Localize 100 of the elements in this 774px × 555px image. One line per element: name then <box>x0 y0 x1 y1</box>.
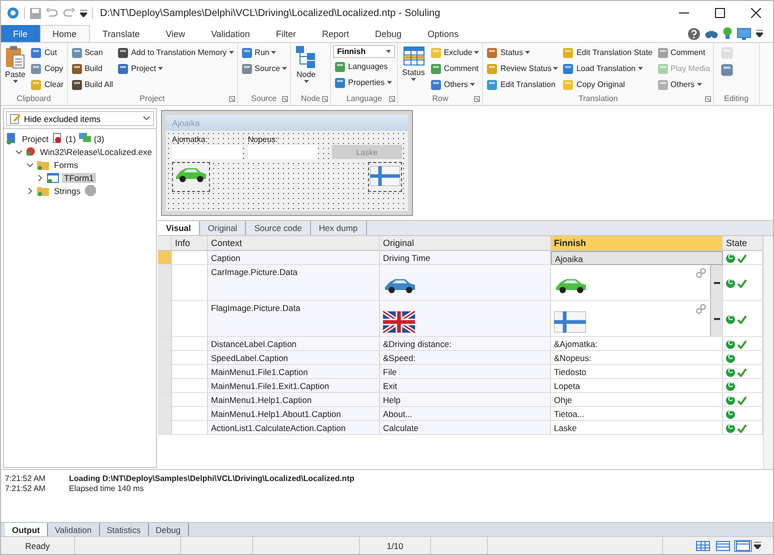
column-header[interactable]: State <box>723 236 763 251</box>
ribbon-tab[interactable]: Options <box>414 25 472 42</box>
ribbon-tab[interactable]: View <box>152 25 198 42</box>
checkmark-icon <box>737 424 747 432</box>
launcher-icon[interactable] <box>389 96 396 102</box>
editor-tab[interactable]: Source code <box>246 221 311 235</box>
table-cell[interactable]: Ajoaika <box>551 251 723 265</box>
ribbon-button[interactable]: Run <box>240 45 288 60</box>
table-cell[interactable]: &Ajomatka: <box>551 337 723 351</box>
ribbon-button[interactable]: Edit Translation <box>485 77 560 92</box>
editor-tab[interactable]: Visual <box>158 221 200 235</box>
input-field[interactable] <box>172 145 242 159</box>
ribbon-tab[interactable]: Report <box>308 25 362 42</box>
ribbon-button[interactable]: Comment <box>656 45 712 60</box>
caret-icon[interactable] <box>756 30 763 37</box>
redo-icon[interactable] <box>63 8 75 18</box>
ribbon-button[interactable]: Properties <box>333 75 396 90</box>
ribbon-button[interactable]: Add to Translation Memory <box>116 45 235 60</box>
ribbon-button[interactable]: Project <box>116 61 235 76</box>
table-cell[interactable]: Laske <box>551 421 723 435</box>
image-cell[interactable] <box>551 265 723 301</box>
ribbon-tab[interactable]: Debug <box>362 25 414 42</box>
launcher-icon[interactable] <box>282 96 288 102</box>
link-icon <box>696 304 706 314</box>
output-tab[interactable]: Output <box>5 523 48 536</box>
table-cell: &Driving distance: <box>380 337 551 351</box>
undo-icon[interactable] <box>46 8 58 18</box>
column-header[interactable]: Finnish <box>551 236 723 251</box>
caret-icon[interactable] <box>754 542 761 549</box>
monitor-icon[interactable] <box>737 28 751 40</box>
column-header[interactable]: Original <box>380 236 551 251</box>
table-cell: SpeedLabel.Caption <box>208 351 380 365</box>
ribbon-button[interactable]: Paste <box>3 45 28 83</box>
ribbon-button[interactable]: Build <box>70 61 114 76</box>
flag-drawing <box>370 164 400 188</box>
tree-item[interactable]: Strings <box>52 186 82 196</box>
ribbon-button[interactable]: Others <box>656 77 712 92</box>
table-cell[interactable]: Tietoa... <box>551 407 723 421</box>
ribbon-button[interactable]: Copy <box>29 61 65 76</box>
launcher-icon[interactable] <box>705 96 712 102</box>
checkmark-icon <box>737 278 747 288</box>
ribbon-button[interactable]: Node <box>293 45 320 83</box>
ribbon-button[interactable]: Scan <box>70 45 114 60</box>
ribbon-button[interactable]: Clear <box>29 77 65 92</box>
chevron-icon[interactable] <box>37 174 43 180</box>
ribbon-button[interactable]: Load Translation <box>561 61 654 76</box>
table-cell[interactable]: Tiedosto <box>551 365 723 379</box>
ribbon-button[interactable]: Status <box>485 45 560 60</box>
launcher-icon[interactable] <box>474 96 480 102</box>
editor-tab[interactable]: Original <box>200 221 246 235</box>
ribbon-tab[interactable]: Translate <box>90 25 153 42</box>
close-icon[interactable] <box>751 8 761 18</box>
chevron-icon[interactable] <box>27 162 33 168</box>
language-dropdown[interactable]: Finnish <box>333 45 396 58</box>
ribbon-button[interactable]: Copy Original <box>561 77 654 92</box>
ribbon-tab[interactable]: Filter <box>262 25 309 42</box>
ribbon-button[interactable]: Cut <box>29 45 65 60</box>
filter-dropdown[interactable]: Hide excluded items <box>6 111 154 126</box>
square-icon <box>562 46 574 58</box>
scrollbar[interactable] <box>763 236 773 469</box>
launcher-icon[interactable] <box>322 96 328 102</box>
table-cell[interactable]: Ohje <box>551 393 723 407</box>
file-menu-tab[interactable]: File <box>1 25 40 42</box>
input-field[interactable] <box>248 145 318 159</box>
maximize-icon[interactable] <box>715 8 725 18</box>
edit-button[interactable] <box>710 301 722 336</box>
tree-item[interactable]: Win32\Release\Localized.exe <box>38 146 154 156</box>
column-header[interactable]: Info <box>172 236 208 251</box>
table-cell[interactable]: &Nopeus: <box>551 351 723 365</box>
image-cell[interactable] <box>551 301 723 337</box>
ribbon-button[interactable]: Build All <box>70 77 114 92</box>
ribbon-button[interactable]: Others <box>428 77 480 92</box>
bulb-icon[interactable] <box>723 27 732 40</box>
chevron-icon[interactable] <box>27 188 33 194</box>
save-icon[interactable] <box>30 8 41 18</box>
ribbon-tab[interactable]: Home <box>40 25 90 42</box>
ribbon-button[interactable]: Languages <box>333 59 396 74</box>
editor-tab[interactable]: Hex dump <box>310 221 367 235</box>
tree-item[interactable]: TForm1 <box>62 172 96 182</box>
view-mode-button[interactable] <box>694 540 712 552</box>
table-cell[interactable]: Lopeta <box>551 379 723 393</box>
ribbon-button[interactable]: Edit Translation State <box>561 45 654 60</box>
launcher-icon[interactable] <box>228 96 235 102</box>
view-mode-button[interactable] <box>734 540 752 552</box>
tree-item[interactable]: Forms <box>52 160 80 170</box>
ribbon-button[interactable]: Review Status <box>485 61 560 76</box>
view-mode-button[interactable] <box>714 540 732 552</box>
ribbon-button[interactable]: Source <box>240 61 288 76</box>
ribbon-tab[interactable]: Validation <box>198 25 263 42</box>
ribbon-button[interactable]: Status <box>400 45 427 81</box>
column-header[interactable]: Context <box>208 236 380 251</box>
edit-button[interactable] <box>710 265 722 300</box>
caret-icon[interactable] <box>80 10 87 16</box>
ribbon-button[interactable]: Comment <box>428 61 480 76</box>
app-icon[interactable] <box>7 7 19 19</box>
tree-item[interactable]: Project <box>20 134 50 144</box>
chevron-icon[interactable] <box>16 148 22 154</box>
help-icon[interactable] <box>688 28 700 40</box>
binoculars-icon[interactable] <box>705 28 718 38</box>
ribbon-button[interactable]: Exclude <box>428 45 480 60</box>
